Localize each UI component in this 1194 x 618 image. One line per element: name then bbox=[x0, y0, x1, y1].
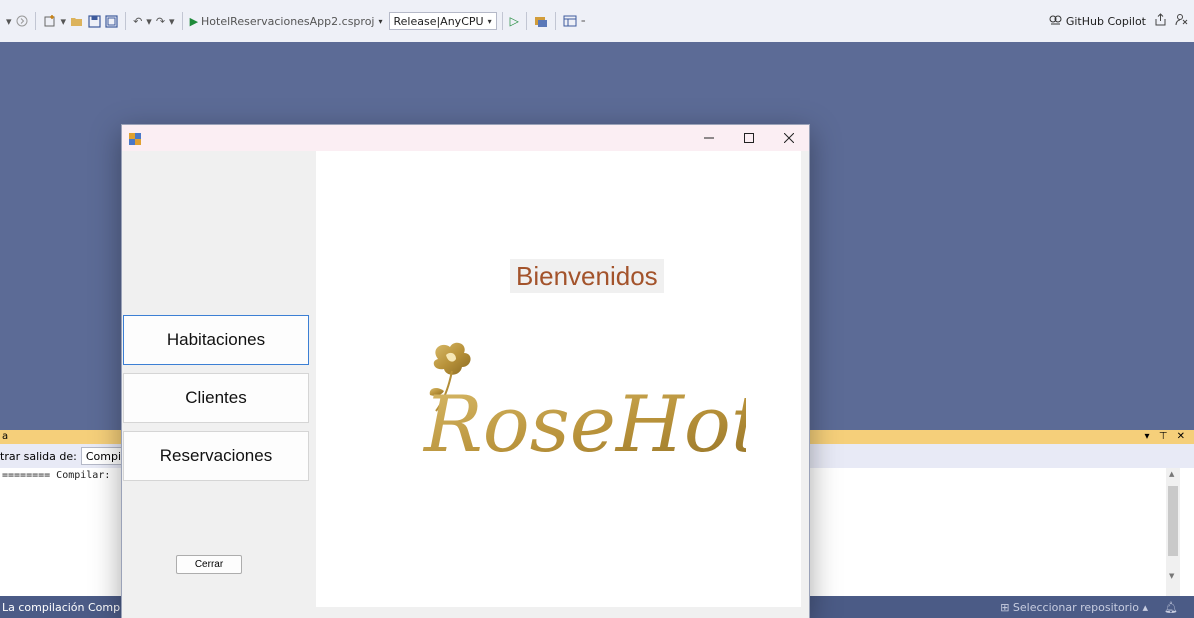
copilot-label: GitHub Copilot bbox=[1065, 14, 1146, 28]
feedback-icon[interactable] bbox=[1175, 13, 1188, 29]
scroll-down-icon[interactable]: ▼ bbox=[1169, 572, 1174, 580]
ide-toolbar: ▾ ▾ ↶ ▾ ↷ ▾ ▶ HotelReservacionesApp2.csp… bbox=[0, 0, 1194, 42]
close-icon bbox=[784, 133, 794, 143]
close-window-button[interactable] bbox=[769, 125, 809, 151]
save-all-icon[interactable] bbox=[103, 10, 120, 32]
show-output-label: trar salida de: bbox=[0, 449, 77, 463]
toolbar-overflow-icon[interactable]: ₌ bbox=[579, 10, 588, 32]
share-icon[interactable] bbox=[1154, 13, 1167, 29]
layout-icon[interactable] bbox=[561, 10, 579, 32]
rose-hotel-logo: RoseHotel bbox=[422, 342, 746, 470]
select-repository-label: Seleccionar repositorio bbox=[1012, 600, 1139, 614]
repository-icon: ⊞ bbox=[1000, 600, 1010, 614]
save-icon[interactable] bbox=[86, 10, 103, 32]
clientes-button[interactable]: Clientes bbox=[123, 373, 309, 423]
new-item-icon[interactable] bbox=[41, 10, 59, 32]
copilot-area: GitHub Copilot bbox=[1049, 0, 1188, 42]
habitaciones-button[interactable]: Habitaciones bbox=[123, 315, 309, 365]
chevron-down-icon: ▾ bbox=[378, 16, 383, 26]
navigate-forward-icon[interactable] bbox=[14, 10, 30, 32]
logo-text: RoseHotel bbox=[422, 380, 746, 470]
copilot-icon bbox=[1049, 14, 1062, 29]
solution-config-value: Release|AnyCPU bbox=[393, 14, 484, 28]
output-scrollbar[interactable]: ▲ ▼ bbox=[1166, 468, 1180, 596]
output-line: ======== Compilar: bbox=[2, 470, 111, 481]
window-titlebar[interactable] bbox=[122, 125, 809, 151]
new-item-dropdown[interactable]: ▾ bbox=[59, 10, 69, 32]
startup-project-label: HotelReservacionesApp2.csproj bbox=[201, 14, 375, 28]
welcome-label: Bienvenidos bbox=[510, 259, 664, 293]
nav-back-dropdown[interactable]: ▾ bbox=[4, 10, 14, 32]
hotel-app-window: Habitaciones Clientes Reservaciones Cerr… bbox=[121, 124, 810, 618]
scroll-thumb[interactable] bbox=[1168, 486, 1178, 556]
select-repository-button[interactable]: ⊞ Seleccionar repositorio ▴ bbox=[1000, 601, 1148, 614]
maximize-icon bbox=[744, 133, 754, 143]
copilot-button[interactable]: GitHub Copilot bbox=[1049, 14, 1146, 29]
undo-dropdown[interactable]: ▾ bbox=[144, 10, 154, 32]
side-menu: Habitaciones Clientes Reservaciones Cerr… bbox=[122, 151, 315, 618]
reservaciones-button[interactable]: Reservaciones bbox=[123, 431, 309, 481]
status-text: La compilación Compila bbox=[2, 600, 133, 614]
redo-dropdown[interactable]: ▾ bbox=[167, 10, 177, 32]
minimize-button[interactable] bbox=[689, 125, 729, 151]
main-panel: Bienvenidos RoseHotel bbox=[316, 151, 801, 607]
cerrar-button[interactable]: Cerrar bbox=[176, 555, 242, 574]
notifications-bell-icon[interactable]: 🔔︎ bbox=[1164, 601, 1178, 614]
maximize-button[interactable] bbox=[729, 125, 769, 151]
browser-link-icon[interactable] bbox=[532, 10, 550, 32]
start-without-debugging-icon[interactable]: ▷ bbox=[508, 10, 521, 32]
redo-icon[interactable]: ↷ bbox=[154, 10, 167, 32]
start-project-button[interactable]: ▶ HotelReservacionesApp2.csproj ▾ bbox=[188, 10, 385, 32]
chevron-up-icon: ▴ bbox=[1142, 600, 1149, 614]
solution-config-select[interactable]: Release|AnyCPU ▾ bbox=[388, 12, 497, 30]
app-icon bbox=[128, 131, 142, 145]
minimize-icon bbox=[704, 137, 714, 139]
undo-icon[interactable]: ↶ bbox=[131, 10, 144, 32]
output-panel-title: a bbox=[2, 431, 9, 442]
chevron-down-icon: ▾ bbox=[487, 16, 492, 26]
play-icon: ▶ bbox=[189, 14, 199, 28]
panel-controls[interactable]: ▾ ⊤ ✕ bbox=[1145, 430, 1188, 444]
open-folder-icon[interactable] bbox=[68, 10, 86, 32]
scroll-up-icon[interactable]: ▲ bbox=[1169, 470, 1174, 478]
